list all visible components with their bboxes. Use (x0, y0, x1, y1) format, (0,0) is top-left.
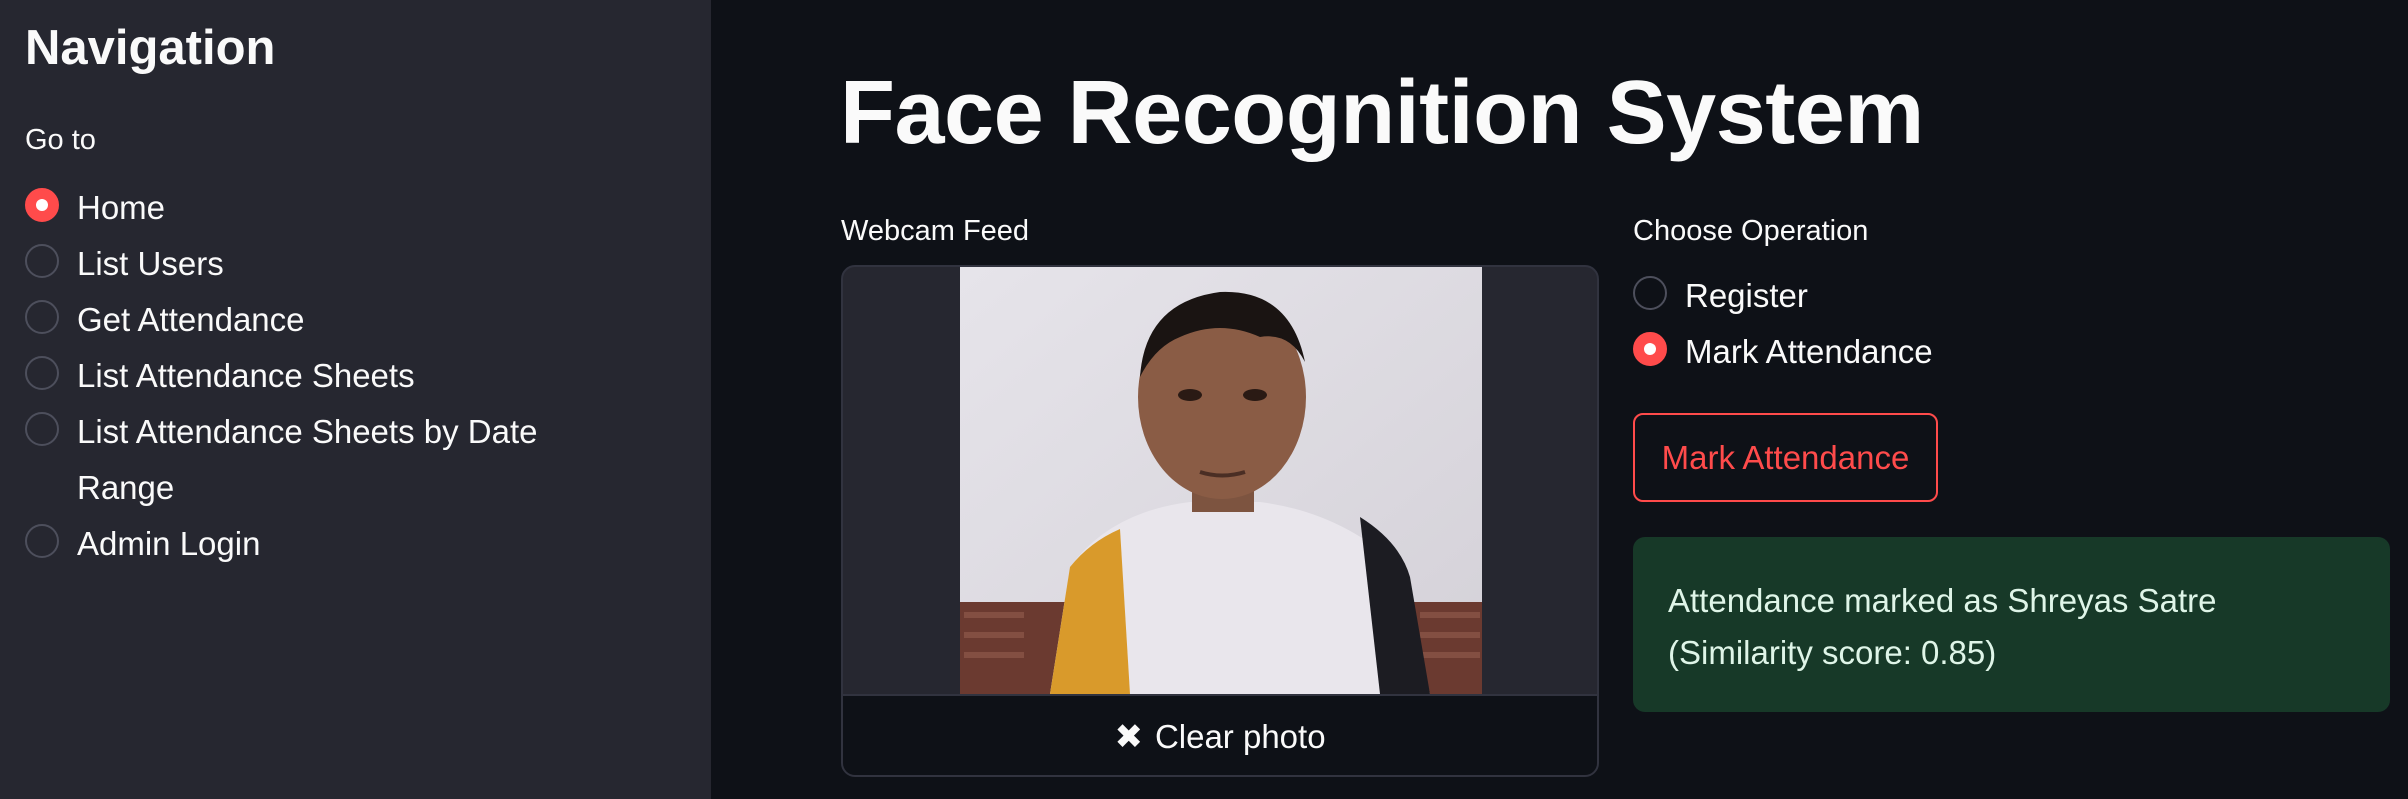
nav-item-label: Home (77, 189, 166, 226)
nav-item-list-attendance-sheets[interactable]: List Attendance Sheets (25, 348, 645, 404)
nav-item-list-attendance-sheets-by-date-range[interactable]: List Attendance Sheets by Date Range (25, 404, 645, 516)
clear-photo-label: Clear photo (1154, 717, 1326, 755)
success-alert: Attendance marked as Shreyas Satre (Simi… (1633, 537, 2390, 712)
radio-unselected-icon[interactable] (25, 300, 59, 334)
nav-item-label: List Attendance Sheets (77, 357, 415, 394)
nav-item-label: Get Attendance (77, 301, 305, 338)
webcam-photo (960, 267, 1482, 694)
close-icon: ✖ (1114, 717, 1143, 756)
nav-radio-group: Home List Users Get Attendance List Atte… (25, 180, 645, 572)
nav-item-list-users[interactable]: List Users (25, 236, 645, 292)
mark-attendance-button[interactable]: Mark Attendance (1633, 413, 1938, 502)
radio-selected-icon[interactable] (25, 188, 59, 222)
nav-item-label: Admin Login (77, 525, 261, 562)
nav-item-admin-login[interactable]: Admin Login (25, 516, 645, 572)
sidebar-title: Navigation (25, 21, 276, 75)
operation-option-register[interactable]: Register (1633, 268, 2133, 324)
operation-option-mark-attendance[interactable]: Mark Attendance (1633, 324, 2133, 380)
success-message-line-1: Attendance marked as Shreyas Satre (1668, 582, 2217, 619)
webcam-feed: ✖ Clear photo (841, 265, 1599, 777)
nav-item-get-attendance[interactable]: Get Attendance (25, 292, 645, 348)
nav-item-label: List Attendance Sheets by Date Range (77, 413, 538, 506)
operation-option-label: Register (1685, 277, 1808, 314)
operation-label: Choose Operation (1633, 215, 1869, 247)
success-message-line-2: (Similarity score: 0.85) (1668, 634, 1997, 671)
radio-unselected-icon[interactable] (25, 356, 59, 390)
person-photo (960, 267, 1482, 694)
radio-unselected-icon[interactable] (25, 244, 59, 278)
app-root: Navigation Go to Home List Users Get Att… (0, 0, 2408, 799)
radio-unselected-icon[interactable] (25, 524, 59, 558)
page-title: Face Recognition System (840, 63, 1924, 163)
clear-photo-button[interactable]: ✖ Clear photo (843, 694, 1597, 775)
webcam-label: Webcam Feed (841, 215, 1030, 247)
nav-item-label: List Users (77, 245, 224, 282)
operation-option-label: Mark Attendance (1685, 333, 1933, 370)
radio-selected-icon[interactable] (1633, 332, 1667, 366)
operation-radio-group: Register Mark Attendance (1633, 268, 2133, 380)
nav-item-home[interactable]: Home (25, 180, 645, 236)
radio-unselected-icon[interactable] (1633, 276, 1667, 310)
goto-label: Go to (25, 124, 96, 156)
sidebar: Navigation Go to Home List Users Get Att… (0, 0, 711, 799)
radio-unselected-icon[interactable] (25, 412, 59, 446)
